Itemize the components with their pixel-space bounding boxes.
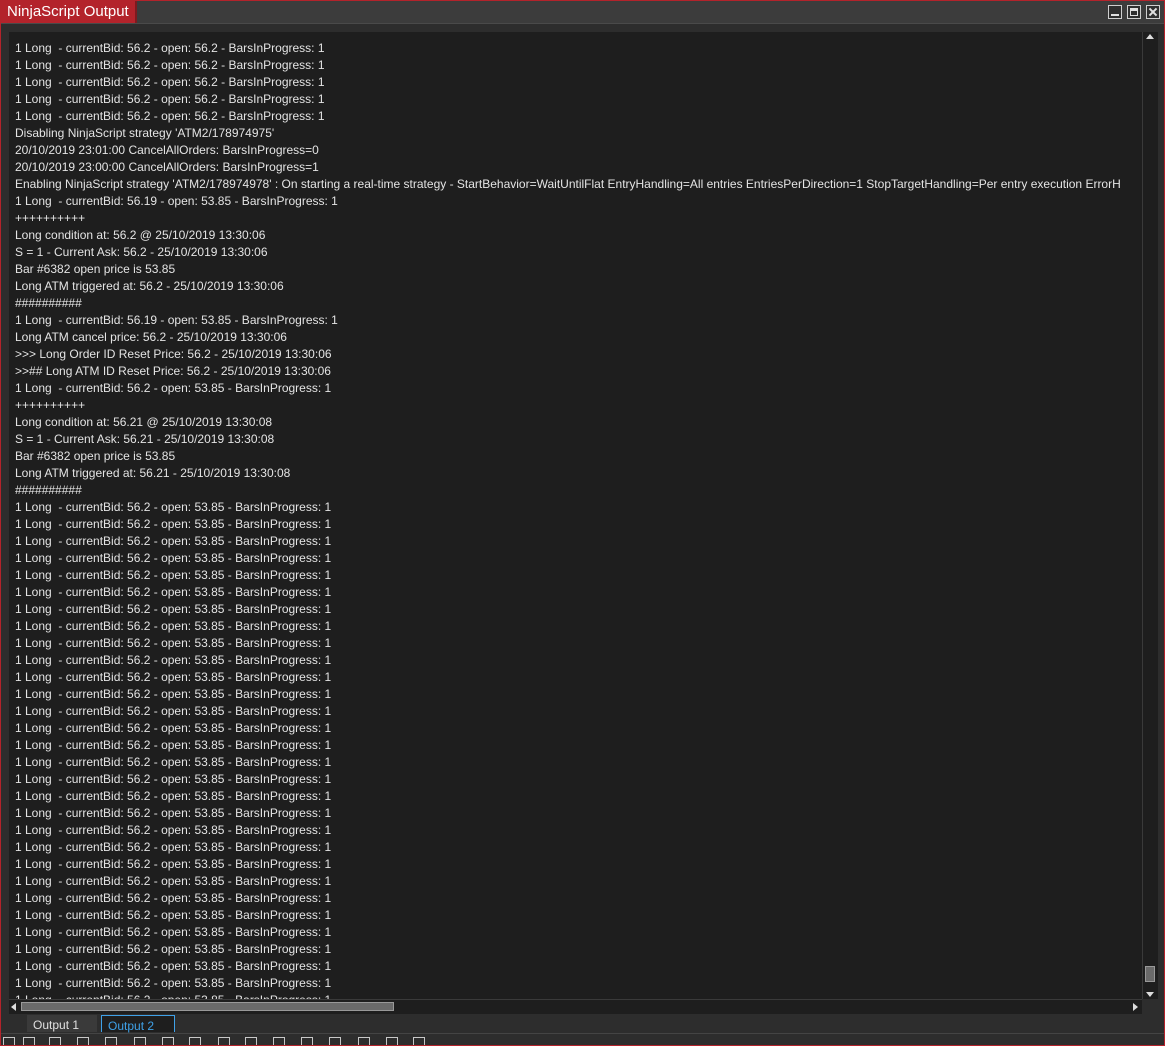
output-line: ########## (15, 296, 82, 310)
window-title: NinjaScript Output (1, 1, 137, 23)
output-lines: 1 Long - currentBid: 56.2 - open: 56.2 -… (15, 40, 1138, 999)
uncomment-icon[interactable] (386, 1037, 398, 1045)
output-line: S = 1 - Current Ask: 56.2 - 25/10/2019 1… (15, 245, 268, 259)
output-line: 1 Long - currentBid: 56.2 - open: 53.85 … (15, 687, 332, 701)
output-line: 1 Long - currentBid: 56.2 - open: 53.85 … (15, 517, 332, 531)
output-line: >>> Long Order ID Reset Price: 56.2 - 25… (15, 347, 332, 361)
maximize-icon[interactable] (1127, 5, 1141, 19)
clear-icon[interactable] (77, 1037, 89, 1045)
output-line: 1 Long - currentBid: 56.2 - open: 53.85 … (15, 738, 332, 752)
scroll-left-icon[interactable] (11, 1003, 16, 1011)
output-line: 1 Long - currentBid: 56.2 - open: 53.85 … (15, 381, 332, 395)
output-line: 1 Long - currentBid: 56.2 - open: 56.2 -… (15, 58, 325, 72)
outdent-icon[interactable] (301, 1037, 313, 1045)
save-icon[interactable] (49, 1037, 61, 1045)
output-tabs: Output 1 Output 2 (1, 1014, 1164, 1033)
undo-icon[interactable] (189, 1037, 201, 1045)
title-bar[interactable]: NinjaScript Output (1, 1, 1164, 24)
output-line: 1 Long - currentBid: 56.2 - open: 53.85 … (15, 789, 332, 803)
horizontal-scrollbar[interactable] (9, 999, 1142, 1015)
scroll-right-icon[interactable] (1133, 1003, 1138, 1011)
print-icon[interactable] (23, 1037, 35, 1045)
output-line: 1 Long - currentBid: 56.2 - open: 53.85 … (15, 568, 332, 582)
output-line: Long ATM triggered at: 56.21 - 25/10/201… (15, 466, 291, 480)
horizontal-scroll-thumb[interactable] (21, 1002, 394, 1011)
copy-icon[interactable] (105, 1037, 117, 1045)
output-line: 1 Long - currentBid: 56.2 - open: 53.85 … (15, 585, 332, 599)
output-line: 1 Long - currentBid: 56.2 - open: 53.85 … (15, 925, 332, 939)
output-line: 1 Long - currentBid: 56.2 - open: 53.85 … (15, 551, 332, 565)
output-line: S = 1 - Current Ask: 56.21 - 25/10/2019 … (15, 432, 275, 446)
output-line: 1 Long - currentBid: 56.2 - open: 53.85 … (15, 992, 1138, 999)
output-line: 1 Long - currentBid: 56.2 - open: 53.85 … (15, 500, 332, 514)
output-line: Bar #6382 open price is 53.85 (15, 449, 176, 463)
output-line: 1 Long - currentBid: 56.2 - open: 53.85 … (15, 823, 332, 837)
output-line: ########## (15, 483, 82, 497)
output-line: 20/10/2019 23:00:00 CancelAllOrders: Bar… (15, 160, 319, 174)
output-line: 1 Long - currentBid: 56.2 - open: 53.85 … (15, 755, 332, 769)
visual-studio-icon[interactable] (413, 1037, 425, 1045)
output-line: 1 Long - currentBid: 56.2 - open: 53.85 … (15, 636, 332, 650)
output-line: 1 Long - currentBid: 56.2 - open: 56.2 -… (15, 92, 325, 106)
output-line: 20/10/2019 23:01:00 CancelAllOrders: Bar… (15, 143, 319, 157)
bookmark-icon[interactable] (273, 1037, 285, 1045)
ninjascript-output-window: NinjaScript Output 1 Long - currentBid: … (0, 0, 1165, 1046)
output-line: Disabling NinjaScript strategy 'ATM2/178… (15, 126, 275, 140)
vertical-scrollbar[interactable] (1142, 32, 1158, 999)
output-line: 1 Long - currentBid: 56.2 - open: 53.85 … (15, 602, 332, 616)
output-line: 1 Long - currentBid: 56.2 - open: 53.85 … (15, 942, 332, 956)
output-line: 1 Long - currentBid: 56.2 - open: 53.85 … (15, 653, 332, 667)
output-line: 1 Long - currentBid: 56.2 - open: 53.85 … (15, 891, 332, 905)
output-line: 1 Long - currentBid: 56.2 - open: 53.85 … (15, 806, 332, 820)
output-line: 1 Long - currentBid: 56.19 - open: 53.85… (15, 194, 338, 208)
output-line: Bar #6382 open price is 53.85 (15, 262, 176, 276)
output-line: 1 Long - currentBid: 56.2 - open: 56.2 -… (15, 41, 325, 55)
output-line: 1 Long - currentBid: 56.2 - open: 53.85 … (15, 959, 332, 973)
find-icon[interactable] (245, 1037, 257, 1045)
output-line: 1 Long - currentBid: 56.19 - open: 53.85… (15, 313, 338, 327)
indent-icon[interactable] (329, 1037, 341, 1045)
comment-icon[interactable] (358, 1037, 370, 1045)
output-line: 1 Long - currentBid: 56.2 - open: 53.85 … (15, 670, 332, 684)
copy-all-icon[interactable] (134, 1037, 146, 1045)
tab-output-1[interactable]: Output 1 (27, 1015, 97, 1032)
output-line: >>## Long ATM ID Reset Price: 56.2 - 25/… (15, 364, 331, 378)
output-line: Enabling NinjaScript strategy 'ATM2/1789… (15, 177, 1121, 191)
output-line: ++++++++++ (15, 398, 86, 412)
output-line: 1 Long - currentBid: 56.2 - open: 53.85 … (15, 704, 332, 718)
output-line: 1 Long - currentBid: 56.2 - open: 53.85 … (15, 619, 332, 633)
output-line: 1 Long - currentBid: 56.2 - open: 53.85 … (15, 721, 332, 735)
output-line: ++++++++++ (15, 211, 86, 225)
scroll-down-icon[interactable] (1146, 992, 1154, 997)
output-line: 1 Long - currentBid: 56.2 - open: 53.85 … (15, 857, 332, 871)
paste-icon[interactable] (3, 1037, 15, 1045)
redo-icon[interactable] (218, 1037, 230, 1045)
output-line: 1 Long - currentBid: 56.2 - open: 56.2 -… (15, 75, 325, 89)
output-line: 1 Long - currentBid: 56.2 - open: 53.85 … (15, 908, 332, 922)
output-line: Long ATM cancel price: 56.2 - 25/10/2019… (15, 330, 287, 344)
cut-icon[interactable] (162, 1037, 174, 1045)
output-line: 1 Long - currentBid: 56.2 - open: 53.85 … (15, 772, 332, 786)
output-text-area[interactable]: 1 Long - currentBid: 56.2 - open: 56.2 -… (9, 32, 1142, 999)
close-icon[interactable] (1146, 5, 1160, 19)
output-line: 1 Long - currentBid: 56.2 - open: 56.2 -… (15, 109, 325, 123)
output-line: Long condition at: 56.21 @ 25/10/2019 13… (15, 415, 273, 429)
output-line: Long condition at: 56.2 @ 25/10/2019 13:… (15, 228, 266, 242)
toolbar (1, 1033, 1164, 1045)
vertical-scroll-thumb[interactable] (1145, 966, 1155, 982)
minimize-icon[interactable] (1108, 5, 1122, 19)
tab-output-2[interactable]: Output 2 (101, 1015, 175, 1033)
output-line: Long ATM triggered at: 56.2 - 25/10/2019… (15, 279, 284, 293)
scroll-up-icon[interactable] (1146, 34, 1154, 39)
output-line: 1 Long - currentBid: 56.2 - open: 53.85 … (15, 534, 332, 548)
output-line: 1 Long - currentBid: 56.2 - open: 53.85 … (15, 976, 332, 990)
output-line: 1 Long - currentBid: 56.2 - open: 53.85 … (15, 874, 332, 888)
output-line: 1 Long - currentBid: 56.2 - open: 53.85 … (15, 840, 332, 854)
